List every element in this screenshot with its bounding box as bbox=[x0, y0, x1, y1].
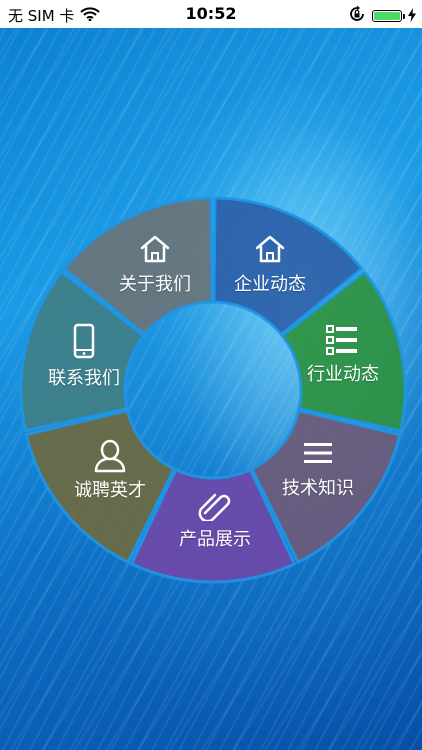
list-icon bbox=[325, 323, 359, 361]
contact-us-label: 联系我们 bbox=[48, 368, 120, 389]
home-icon bbox=[139, 234, 171, 268]
paperclip-icon bbox=[197, 491, 233, 525]
status-right bbox=[348, 5, 416, 27]
industry-news-label: 行业动态 bbox=[307, 364, 379, 385]
app-background: 企业动态 行业动态 技术知识 产品展示 诚聘英才 联系我们 关于我们 bbox=[0, 0, 422, 750]
rotation-lock-icon bbox=[348, 5, 366, 27]
tech-knowledge-label: 技术知识 bbox=[282, 478, 354, 499]
battery-fill bbox=[374, 12, 400, 20]
product-showcase-label: 产品展示 bbox=[179, 529, 251, 550]
status-bar: 无 SIM 卡 10:52 bbox=[0, 0, 422, 28]
charging-icon bbox=[408, 7, 416, 26]
battery-icon bbox=[372, 10, 405, 22]
about-us-label: 关于我们 bbox=[119, 274, 191, 295]
circular-menu: 企业动态 行业动态 技术知识 产品展示 诚聘英才 联系我们 关于我们 bbox=[0, 0, 422, 750]
home-icon bbox=[254, 234, 286, 268]
menu-icon bbox=[303, 441, 333, 469]
user-icon bbox=[94, 439, 126, 477]
company-news-label: 企业动态 bbox=[234, 274, 306, 295]
recruitment-label: 诚聘英才 bbox=[74, 480, 146, 501]
phone-icon bbox=[73, 323, 95, 363]
